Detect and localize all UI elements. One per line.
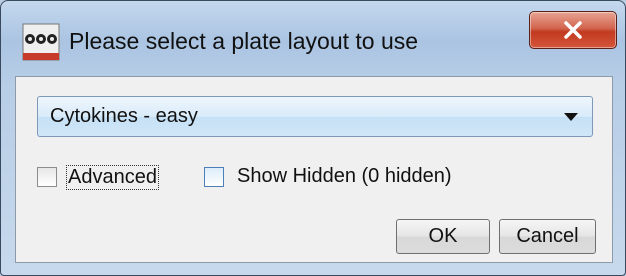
show-hidden-checkbox[interactable]	[204, 167, 224, 187]
dialog-title: Please select a plate layout to use	[69, 28, 419, 54]
ok-button[interactable]: OK	[396, 219, 490, 254]
title-bar[interactable]: Please select a plate layout to use	[1, 1, 625, 81]
cancel-button[interactable]: Cancel	[499, 219, 596, 254]
close-icon	[564, 21, 582, 39]
show-hidden-label[interactable]: Show Hidden (0 hidden)	[237, 165, 452, 188]
plate-layout-select[interactable]: Cytokines - easy	[37, 96, 593, 137]
chevron-down-icon	[564, 113, 578, 121]
close-button[interactable]	[529, 11, 617, 49]
plate-layout-selected-value: Cytokines - easy	[50, 105, 198, 127]
advanced-checkbox[interactable]	[37, 167, 57, 187]
dialog-content: Cytokines - easy Advanced Show Hidden (0…	[15, 76, 613, 263]
advanced-label[interactable]: Advanced	[66, 165, 159, 190]
dialog-window: Please select a plate layout to use Cyto…	[0, 0, 626, 276]
plate-app-icon	[22, 23, 60, 61]
